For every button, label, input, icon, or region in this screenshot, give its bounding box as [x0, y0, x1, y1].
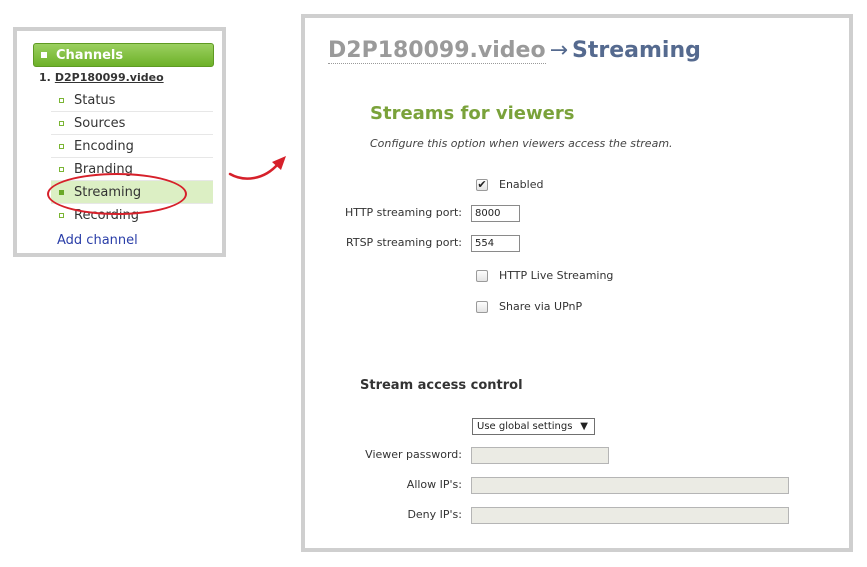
sidebar-item-label: Streaming [74, 184, 142, 200]
sidebar-item-encoding[interactable]: Encoding [51, 135, 213, 158]
http-port-label: HTTP streaming port: [345, 206, 462, 219]
channels-header-label: Channels [56, 47, 124, 63]
access-control-title: Stream access control [360, 378, 523, 393]
enabled-row: ✔ Enabled [476, 178, 543, 191]
allow-ips-input[interactable] [471, 477, 789, 494]
annotation-arrow-icon [228, 156, 286, 180]
access-mode-value: Use global settings [477, 421, 573, 432]
deny-ips-label: Deny IP's: [407, 508, 462, 521]
breadcrumb-separator: → [549, 38, 568, 63]
sidebar-item-recording[interactable]: Recording [51, 204, 213, 227]
channel-sidebar: Channels 1. D2P180099.video Status Source… [13, 27, 226, 257]
channels-header[interactable]: Channels [33, 43, 214, 67]
sidebar-item-label: Encoding [74, 138, 134, 154]
dropdown-arrow-icon: ▼ [580, 421, 588, 432]
deny-ips-input[interactable] [471, 507, 789, 524]
bullet-icon [59, 166, 64, 172]
viewer-password-label: Viewer password: [365, 448, 462, 461]
streaming-settings-panel: D2P180099.video → Streaming Streams for vi… [301, 14, 853, 552]
rtsp-port-label: RTSP streaming port: [346, 236, 462, 249]
add-channel-link[interactable]: Add channel [57, 233, 138, 248]
bullet-icon [59, 143, 64, 149]
hls-label: HTTP Live Streaming [499, 269, 614, 282]
enabled-checkbox[interactable]: ✔ [476, 178, 488, 191]
sidebar-item-label: Sources [74, 115, 126, 131]
sidebar-item-branding[interactable]: Branding [51, 158, 213, 181]
hls-checkbox[interactable] [476, 269, 488, 282]
upnp-row: Share via UPnP [476, 300, 582, 313]
section-title: Streams for viewers [370, 103, 575, 124]
sidebar-item-label: Status [74, 92, 116, 108]
enabled-label: Enabled [499, 178, 544, 191]
sidebar-item-label: Branding [74, 161, 133, 177]
viewer-password-input[interactable] [471, 447, 609, 464]
upnp-label: Share via UPnP [499, 300, 583, 313]
breadcrumb-device-link[interactable]: D2P180099.video [328, 38, 546, 64]
bullet-icon [59, 213, 64, 218]
page-title: Streaming [572, 38, 701, 63]
access-mode-select[interactable]: Use global settings ▼ [472, 418, 595, 435]
channel-menu: Status Sources Encoding Branding Streami… [51, 89, 213, 227]
http-port-input[interactable]: 8000 [471, 205, 520, 222]
channel-link[interactable]: D2P180099.video [55, 71, 164, 84]
section-description: Configure this option when viewers acces… [370, 137, 673, 150]
bullet-icon [59, 189, 64, 195]
allow-ips-label: Allow IP's: [406, 478, 462, 491]
bullet-icon [59, 97, 64, 103]
square-bullet-icon [41, 52, 47, 58]
sidebar-item-streaming[interactable]: Streaming [51, 181, 213, 204]
sidebar-item-label: Recording [74, 208, 140, 223]
upnp-checkbox[interactable] [476, 300, 488, 313]
channel-number: 1. [39, 71, 51, 84]
rtsp-port-input[interactable]: 554 [471, 235, 520, 252]
hls-row: HTTP Live Streaming [476, 269, 613, 282]
channel-entry: 1. D2P180099.video [39, 71, 164, 84]
breadcrumb: D2P180099.video → Streaming [328, 38, 701, 64]
sidebar-item-status[interactable]: Status [51, 89, 213, 112]
sidebar-item-sources[interactable]: Sources [51, 112, 213, 135]
bullet-icon [59, 120, 64, 126]
